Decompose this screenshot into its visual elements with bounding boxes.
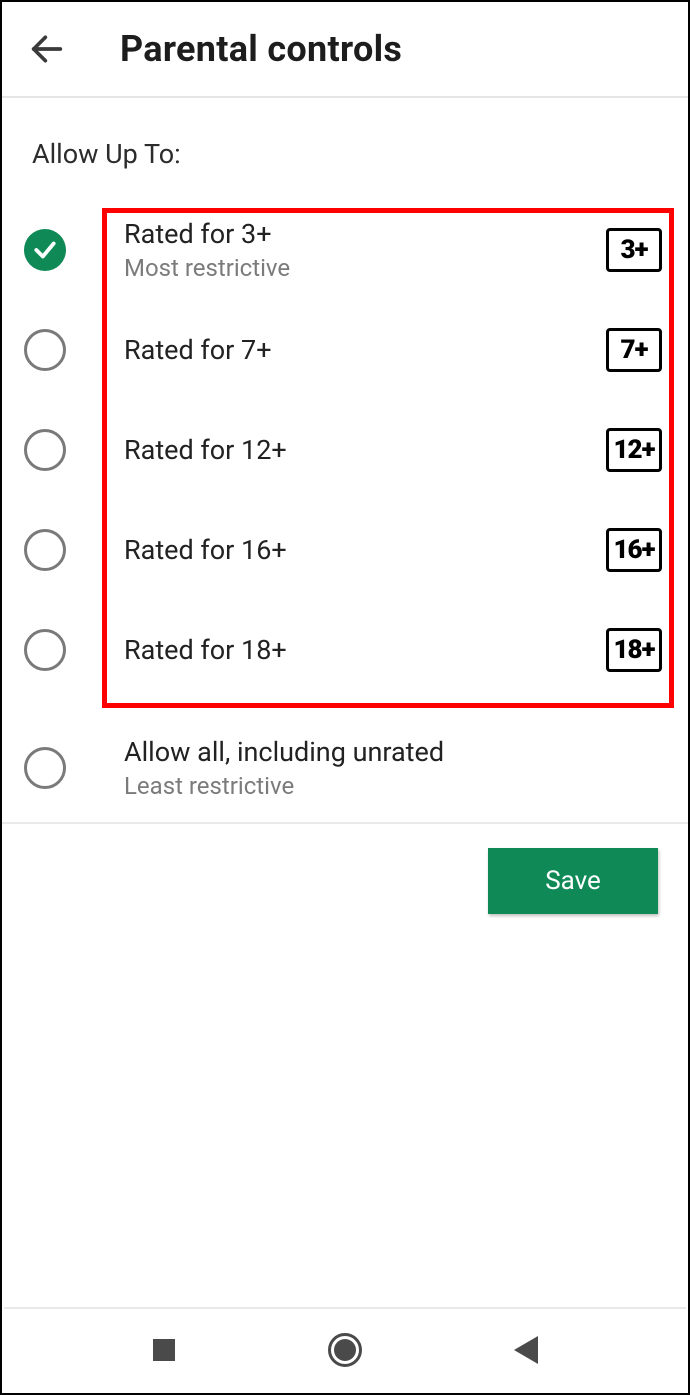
- rating-option-7plus[interactable]: Rated for 7+ 7+: [8, 300, 682, 400]
- rating-option-allow-all[interactable]: Allow all, including unrated Least restr…: [8, 718, 682, 818]
- app-header: Parental controls: [2, 2, 688, 98]
- rating-option-labels: Rated for 7+: [124, 334, 606, 366]
- radio-selected-icon: [24, 229, 66, 271]
- rating-option-12plus[interactable]: Rated for 12+ 12+: [8, 400, 682, 500]
- save-button[interactable]: Save: [488, 848, 658, 914]
- ratings-list: Rated for 3+ Most restrictive 3+ Rated f…: [2, 190, 688, 818]
- rating-option-sublabel: Most restrictive: [124, 254, 606, 282]
- rating-option-labels: Allow all, including unrated Least restr…: [124, 736, 662, 800]
- rating-option-labels: Rated for 16+: [124, 534, 606, 566]
- rating-option-labels: Rated for 18+: [124, 634, 606, 666]
- android-nav-bar: [4, 1307, 686, 1391]
- screen-frame: Parental controls Allow Up To: Rated for…: [0, 0, 690, 1395]
- radio-unselected-icon: [24, 629, 66, 671]
- radio-unselected-icon: [24, 529, 66, 571]
- rating-option-18plus[interactable]: Rated for 18+ 18+: [8, 600, 682, 700]
- rating-option-label: Rated for 3+: [124, 218, 606, 250]
- radio-unselected-icon: [24, 747, 66, 789]
- rating-option-3plus[interactable]: Rated for 3+ Most restrictive 3+: [8, 200, 682, 300]
- rating-option-label: Rated for 16+: [124, 534, 606, 566]
- age-badge-icon: 7+: [606, 328, 662, 372]
- age-badge-icon: 16+: [606, 528, 662, 572]
- rating-option-labels: Rated for 3+ Most restrictive: [124, 218, 606, 282]
- radio-unselected-icon: [24, 329, 66, 371]
- nav-home-icon[interactable]: [324, 1329, 366, 1371]
- nav-back-icon[interactable]: [505, 1329, 547, 1371]
- rating-option-16plus[interactable]: Rated for 16+ 16+: [8, 500, 682, 600]
- section-allow-up-to-label: Allow Up To:: [2, 98, 688, 190]
- back-arrow-icon[interactable]: [24, 26, 70, 72]
- age-badge-icon: 3+: [606, 228, 662, 272]
- nav-recent-apps-icon[interactable]: [143, 1329, 185, 1371]
- page-title: Parental controls: [120, 28, 402, 70]
- age-badge-icon: 12+: [606, 428, 662, 472]
- rating-option-label: Rated for 12+: [124, 434, 606, 466]
- save-button-area: Save: [2, 824, 688, 914]
- rating-option-labels: Rated for 12+: [124, 434, 606, 466]
- radio-unselected-icon: [24, 429, 66, 471]
- rating-option-label: Rated for 18+: [124, 634, 606, 666]
- rating-option-label: Rated for 7+: [124, 334, 606, 366]
- age-badge-icon: 18+: [606, 628, 662, 672]
- rating-option-sublabel: Least restrictive: [124, 772, 662, 800]
- rating-option-label: Allow all, including unrated: [124, 736, 662, 768]
